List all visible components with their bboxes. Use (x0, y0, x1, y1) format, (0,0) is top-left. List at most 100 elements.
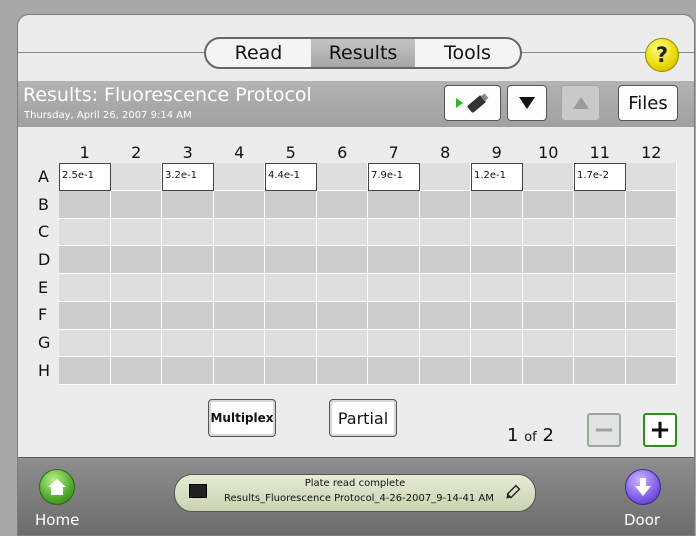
well-cell[interactable] (419, 246, 471, 274)
well-cell[interactable] (625, 190, 677, 219)
well-cell[interactable] (419, 163, 471, 191)
move-down-button[interactable] (507, 85, 547, 121)
well-cell[interactable] (265, 218, 317, 247)
well-cell[interactable] (368, 246, 420, 274)
well-cell[interactable] (522, 190, 574, 219)
well-cell[interactable] (625, 357, 677, 385)
well-cell[interactable] (162, 218, 214, 247)
well-cell[interactable] (265, 329, 317, 358)
pen-icon[interactable] (503, 484, 521, 502)
well-cell[interactable] (59, 274, 111, 302)
well-cell[interactable] (213, 357, 265, 385)
well-cell[interactable] (419, 357, 471, 385)
next-page-button[interactable]: + (643, 413, 677, 447)
well-cell[interactable]: 4.4e-1 (265, 163, 317, 191)
well-cell[interactable] (265, 301, 317, 330)
help-button[interactable]: ? (645, 38, 679, 72)
well-cell[interactable] (213, 246, 265, 274)
well-cell[interactable]: 3.2e-1 (162, 163, 214, 191)
well-cell[interactable] (419, 301, 471, 330)
well-cell[interactable] (59, 190, 111, 219)
well-cell[interactable] (110, 190, 162, 219)
well-cell[interactable] (59, 357, 111, 385)
door-button[interactable] (625, 469, 661, 505)
previous-page-button[interactable]: − (587, 413, 621, 447)
well-cell[interactable] (625, 246, 677, 274)
well-cell[interactable] (316, 357, 368, 385)
well-cell[interactable] (625, 163, 677, 191)
well-cell[interactable] (522, 163, 574, 191)
well-cell[interactable] (213, 301, 265, 330)
well-cell[interactable] (162, 190, 214, 219)
well-cell[interactable] (162, 357, 214, 385)
well-cell[interactable]: 7.9e-1 (368, 163, 420, 191)
well-cell[interactable] (419, 190, 471, 219)
well-cell[interactable] (213, 218, 265, 247)
tab-tools[interactable]: Tools (415, 39, 520, 67)
well-cell[interactable] (471, 301, 523, 330)
well-cell[interactable] (574, 218, 626, 247)
well-cell[interactable] (625, 329, 677, 358)
well-cell[interactable] (265, 246, 317, 274)
well-cell[interactable] (522, 218, 574, 247)
well-cell[interactable] (574, 357, 626, 385)
well-cell[interactable] (59, 301, 111, 330)
well-cell[interactable] (59, 329, 111, 358)
well-cell[interactable] (574, 246, 626, 274)
well-cell[interactable] (316, 301, 368, 330)
well-cell[interactable] (265, 274, 317, 302)
well-cell[interactable] (625, 218, 677, 247)
well-cell[interactable]: 1.7e-2 (574, 163, 626, 191)
well-cell[interactable] (110, 246, 162, 274)
multiplex-button[interactable]: Multiplex (208, 399, 276, 437)
well-cell[interactable] (213, 274, 265, 302)
well-cell[interactable] (625, 301, 677, 330)
well-cell[interactable] (110, 301, 162, 330)
well-cell[interactable] (419, 218, 471, 247)
tab-read[interactable]: Read (206, 39, 311, 67)
well-cell[interactable] (316, 163, 368, 191)
move-up-button[interactable] (561, 85, 600, 121)
well-cell[interactable] (522, 329, 574, 358)
well-cell[interactable] (574, 274, 626, 302)
well-cell[interactable] (162, 246, 214, 274)
well-cell[interactable] (368, 301, 420, 330)
well-cell[interactable] (574, 190, 626, 219)
well-cell[interactable] (471, 246, 523, 274)
well-cell[interactable] (471, 218, 523, 247)
well-cell[interactable]: 1.2e-1 (471, 163, 523, 191)
well-cell[interactable] (471, 329, 523, 358)
well-cell[interactable] (522, 274, 574, 302)
well-cell[interactable] (574, 329, 626, 358)
well-cell[interactable] (316, 329, 368, 358)
well-cell[interactable] (59, 218, 111, 247)
well-cell[interactable] (368, 218, 420, 247)
well-cell[interactable]: 2.5e-1 (59, 163, 111, 191)
well-cell[interactable] (110, 357, 162, 385)
well-cell[interactable] (110, 163, 162, 191)
well-cell[interactable] (110, 329, 162, 358)
well-cell[interactable] (368, 190, 420, 219)
well-cell[interactable] (162, 329, 214, 358)
well-cell[interactable] (471, 357, 523, 385)
well-cell[interactable] (162, 301, 214, 330)
well-cell[interactable] (316, 218, 368, 247)
well-cell[interactable] (265, 190, 317, 219)
well-cell[interactable] (213, 329, 265, 358)
files-button[interactable]: Files (618, 85, 678, 121)
well-cell[interactable] (574, 301, 626, 330)
well-cell[interactable] (522, 301, 574, 330)
well-cell[interactable] (368, 329, 420, 358)
well-cell[interactable] (522, 246, 574, 274)
well-cell[interactable] (419, 274, 471, 302)
tab-results[interactable]: Results (311, 39, 415, 67)
well-cell[interactable] (265, 357, 317, 385)
well-cell[interactable] (213, 190, 265, 219)
well-cell[interactable] (471, 274, 523, 302)
well-cell[interactable] (213, 163, 265, 191)
well-cell[interactable] (316, 274, 368, 302)
export-button[interactable] (444, 85, 501, 121)
well-cell[interactable] (59, 246, 111, 274)
well-cell[interactable] (110, 274, 162, 302)
well-cell[interactable] (471, 190, 523, 219)
